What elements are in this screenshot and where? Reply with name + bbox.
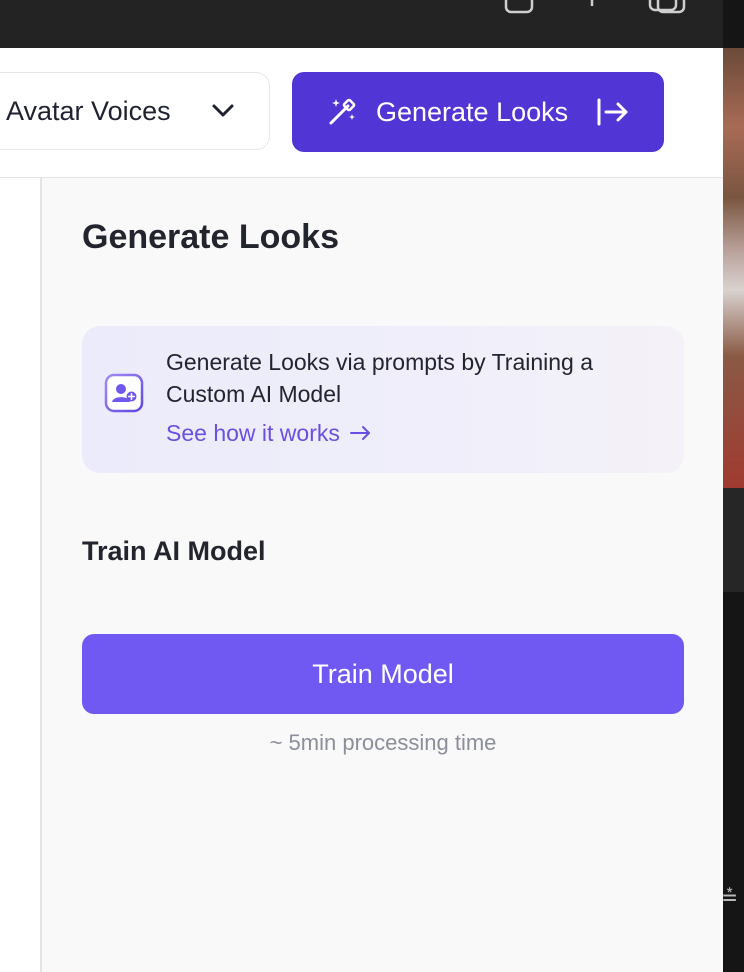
generate-looks-label: Generate Looks (376, 97, 569, 127)
square-icon[interactable] (504, 0, 534, 14)
train-ai-model-heading: Train AI Model (82, 536, 266, 566)
generate-looks-panel: Generate Looks Generate Looks via prompt… (42, 178, 723, 972)
processing-time-note: ~ 5min processing time (269, 730, 497, 755)
see-how-it-works-label: See how it works (166, 420, 340, 446)
preview-divider (723, 488, 744, 592)
partial-glyph-icon: ⩮ (722, 881, 738, 911)
user-square-icon (104, 373, 144, 418)
panel-title: Generate Looks (82, 218, 339, 256)
magic-wand-icon (326, 96, 358, 133)
avatar-voices-label: Avatar Voices (6, 96, 171, 126)
header-bar: Avatar Voices Generate Looks (0, 48, 723, 178)
train-model-button[interactable]: Train Model (82, 634, 684, 714)
pin-icon[interactable] (587, 0, 597, 12)
info-card: Generate Looks via prompts by Training a… (82, 326, 684, 473)
top-toolbar (0, 0, 724, 48)
info-card-text: Generate Looks via prompts by Training a… (166, 349, 594, 407)
copy-icon[interactable] (648, 0, 688, 14)
left-pane (0, 178, 42, 972)
avatar-preview-image (723, 48, 744, 488)
arrow-right-icon (349, 420, 372, 447)
avatar-voices-dropdown[interactable]: Avatar Voices (0, 72, 270, 150)
see-how-it-works-link[interactable]: See how it works (166, 420, 372, 447)
chevron-down-icon (211, 101, 235, 126)
generate-looks-button[interactable]: Generate Looks (292, 72, 664, 152)
arrow-right-to-line-icon (596, 98, 630, 131)
